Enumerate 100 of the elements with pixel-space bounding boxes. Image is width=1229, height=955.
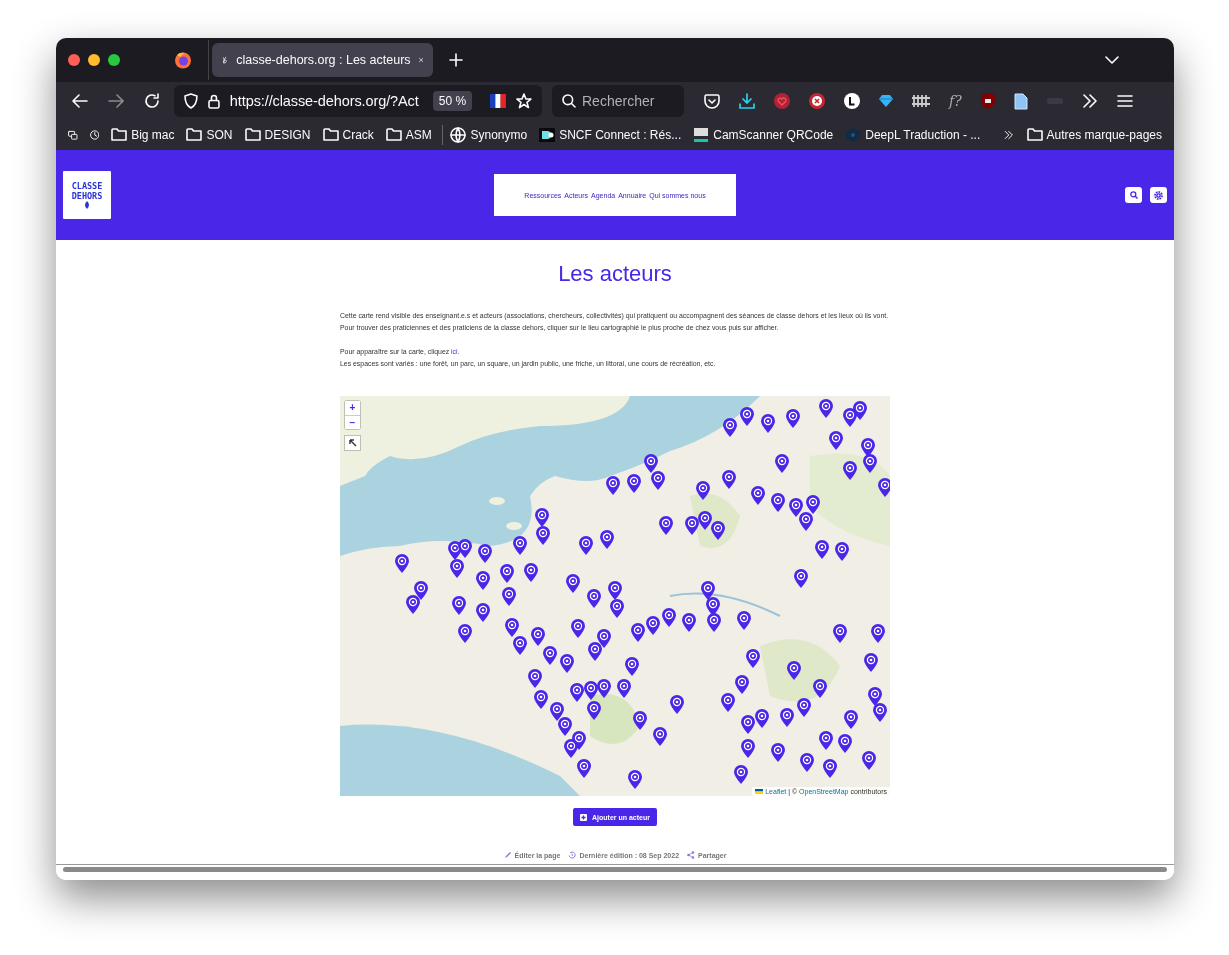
lock-icon[interactable] xyxy=(207,93,220,109)
map-marker-icon[interactable] xyxy=(627,474,641,493)
map-marker-icon[interactable] xyxy=(741,715,755,734)
map-marker-icon[interactable] xyxy=(458,539,472,558)
map-marker-icon[interactable] xyxy=(571,619,585,638)
map-marker-icon[interactable] xyxy=(505,618,519,637)
shield-badge-icon[interactable] xyxy=(980,93,995,109)
search-field[interactable]: Rechercher xyxy=(552,85,684,117)
forward-icon[interactable] xyxy=(108,94,124,108)
map-marker-icon[interactable] xyxy=(843,461,857,480)
bookmark-item[interactable]: CamScanner QRCode xyxy=(713,128,834,142)
extension-button[interactable]: f? xyxy=(949,93,962,109)
map-marker-icon[interactable] xyxy=(815,540,829,559)
map-marker-icon[interactable] xyxy=(651,471,665,490)
map-marker-icon[interactable] xyxy=(819,731,833,750)
map-marker-icon[interactable] xyxy=(662,608,676,627)
chevron-down-icon[interactable] xyxy=(1105,56,1119,64)
document-icon[interactable] xyxy=(1013,92,1028,110)
letter-circle-icon[interactable] xyxy=(844,93,860,109)
map-marker-icon[interactable] xyxy=(560,654,574,673)
map-marker-icon[interactable] xyxy=(534,690,548,709)
new-tab-icon[interactable] xyxy=(449,53,463,67)
map-marker-icon[interactable] xyxy=(528,669,542,688)
map-marker-icon[interactable] xyxy=(853,401,867,420)
map-marker-icon[interactable] xyxy=(806,495,820,514)
map-marker-icon[interactable] xyxy=(587,589,601,608)
close-button[interactable] xyxy=(68,54,80,66)
map-marker-icon[interactable] xyxy=(780,708,794,727)
map-marker-icon[interactable] xyxy=(751,486,765,505)
download-icon[interactable] xyxy=(739,93,755,109)
map-marker-icon[interactable] xyxy=(722,470,736,489)
maximize-button[interactable] xyxy=(108,54,120,66)
star-icon[interactable] xyxy=(516,93,532,109)
map-marker-icon[interactable] xyxy=(625,657,639,676)
reload-icon[interactable] xyxy=(144,93,160,109)
bookmark-item[interactable]: Big mac xyxy=(131,128,175,142)
map-marker-icon[interactable] xyxy=(833,624,847,643)
map-marker-icon[interactable] xyxy=(696,481,710,500)
bookmark-item[interactable]: ASM xyxy=(405,128,432,142)
map-marker-icon[interactable] xyxy=(799,512,813,531)
map-marker-icon[interactable] xyxy=(711,521,725,540)
map-marker-icon[interactable] xyxy=(843,408,857,427)
map-marker-icon[interactable] xyxy=(406,595,420,614)
site-logo[interactable]: CLASSE DEHORS xyxy=(63,171,111,219)
blocked-icon[interactable] xyxy=(809,93,825,109)
map-marker-icon[interactable] xyxy=(800,753,814,772)
map-marker-icon[interactable] xyxy=(868,687,882,706)
map-marker-icon[interactable] xyxy=(721,693,735,712)
zoom-out-button[interactable]: − xyxy=(345,415,360,429)
bookmark-item[interactable]: DESIGN xyxy=(264,128,311,142)
map-marker-icon[interactable] xyxy=(746,649,760,668)
map-marker-icon[interactable] xyxy=(787,661,801,680)
map-marker-icon[interactable] xyxy=(558,717,572,736)
reset-view-button[interactable] xyxy=(345,436,360,450)
map-marker-icon[interactable] xyxy=(543,646,557,665)
map-marker-icon[interactable] xyxy=(579,536,593,555)
bookmark-item[interactable]: DeepL Traduction - ... xyxy=(865,128,981,142)
map-marker-icon[interactable] xyxy=(513,536,527,555)
map-marker-icon[interactable] xyxy=(844,710,858,729)
map-marker-icon[interactable] xyxy=(577,759,591,778)
flag-icon[interactable] xyxy=(490,94,507,108)
map-marker-icon[interactable] xyxy=(395,554,409,573)
map-marker-icon[interactable] xyxy=(701,581,715,600)
map-marker-icon[interactable] xyxy=(737,611,751,630)
menu-icon[interactable] xyxy=(1116,95,1133,107)
map-marker-icon[interactable] xyxy=(761,414,775,433)
map-marker-icon[interactable] xyxy=(685,516,699,535)
map-marker-icon[interactable] xyxy=(535,508,549,527)
map-marker-icon[interactable] xyxy=(823,759,837,778)
map-marker-icon[interactable] xyxy=(597,679,611,698)
map-marker-icon[interactable] xyxy=(478,544,492,563)
browser-tab[interactable]: classe-dehors.org : Les acteurs xyxy=(212,43,433,77)
map-marker-icon[interactable] xyxy=(723,418,737,437)
bookmark-item[interactable]: Crack xyxy=(342,128,374,142)
map-marker-icon[interactable] xyxy=(450,559,464,578)
map-marker-icon[interactable] xyxy=(502,587,516,606)
map-marker-icon[interactable] xyxy=(550,702,564,721)
map-marker-icon[interactable] xyxy=(476,571,490,590)
map-marker-icon[interactable] xyxy=(531,627,545,646)
more-bookmarks-icon[interactable] xyxy=(1004,128,1013,142)
map-marker-icon[interactable] xyxy=(838,734,852,753)
map-marker-icon[interactable] xyxy=(707,613,721,632)
map-marker-icon[interactable] xyxy=(617,679,631,698)
map-marker-icon[interactable] xyxy=(653,727,667,746)
map-marker-icon[interactable] xyxy=(771,493,785,512)
map-marker-icon[interactable] xyxy=(588,642,602,661)
map-marker-icon[interactable] xyxy=(566,574,580,593)
bookmark-item[interactable]: SNCF Connect : Rés... xyxy=(559,128,682,142)
map-marker-icon[interactable] xyxy=(862,751,876,770)
map-marker-icon[interactable] xyxy=(734,765,748,784)
map-marker-icon[interactable] xyxy=(819,399,833,418)
map-marker-icon[interactable] xyxy=(871,624,885,643)
minimize-button[interactable] xyxy=(88,54,100,66)
map-marker-icon[interactable] xyxy=(633,711,647,730)
map-marker-icon[interactable] xyxy=(600,530,614,549)
map-marker-icon[interactable] xyxy=(628,770,642,789)
map-marker-icon[interactable] xyxy=(659,516,673,535)
diamond-icon[interactable] xyxy=(879,94,893,108)
fence-icon[interactable] xyxy=(912,94,930,108)
map-marker-icon[interactable] xyxy=(794,569,808,588)
